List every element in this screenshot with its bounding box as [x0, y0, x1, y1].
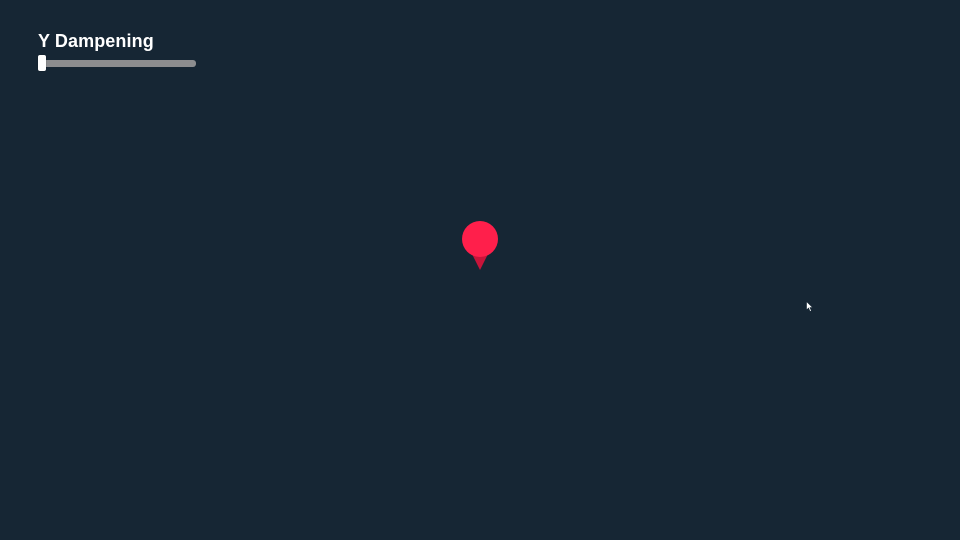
map-pin-icon[interactable]: [461, 220, 499, 272]
mouse-cursor-icon: [806, 301, 814, 312]
y-dampening-slider[interactable]: [38, 55, 196, 71]
y-dampening-label: Y Dampening: [38, 31, 154, 51]
slider-track[interactable]: [38, 60, 196, 67]
canvas-stage[interactable]: Y Dampening: [0, 0, 960, 540]
y-dampening-control: Y Dampening: [38, 31, 196, 71]
pin-head: [462, 221, 498, 257]
slider-thumb[interactable]: [38, 55, 46, 71]
